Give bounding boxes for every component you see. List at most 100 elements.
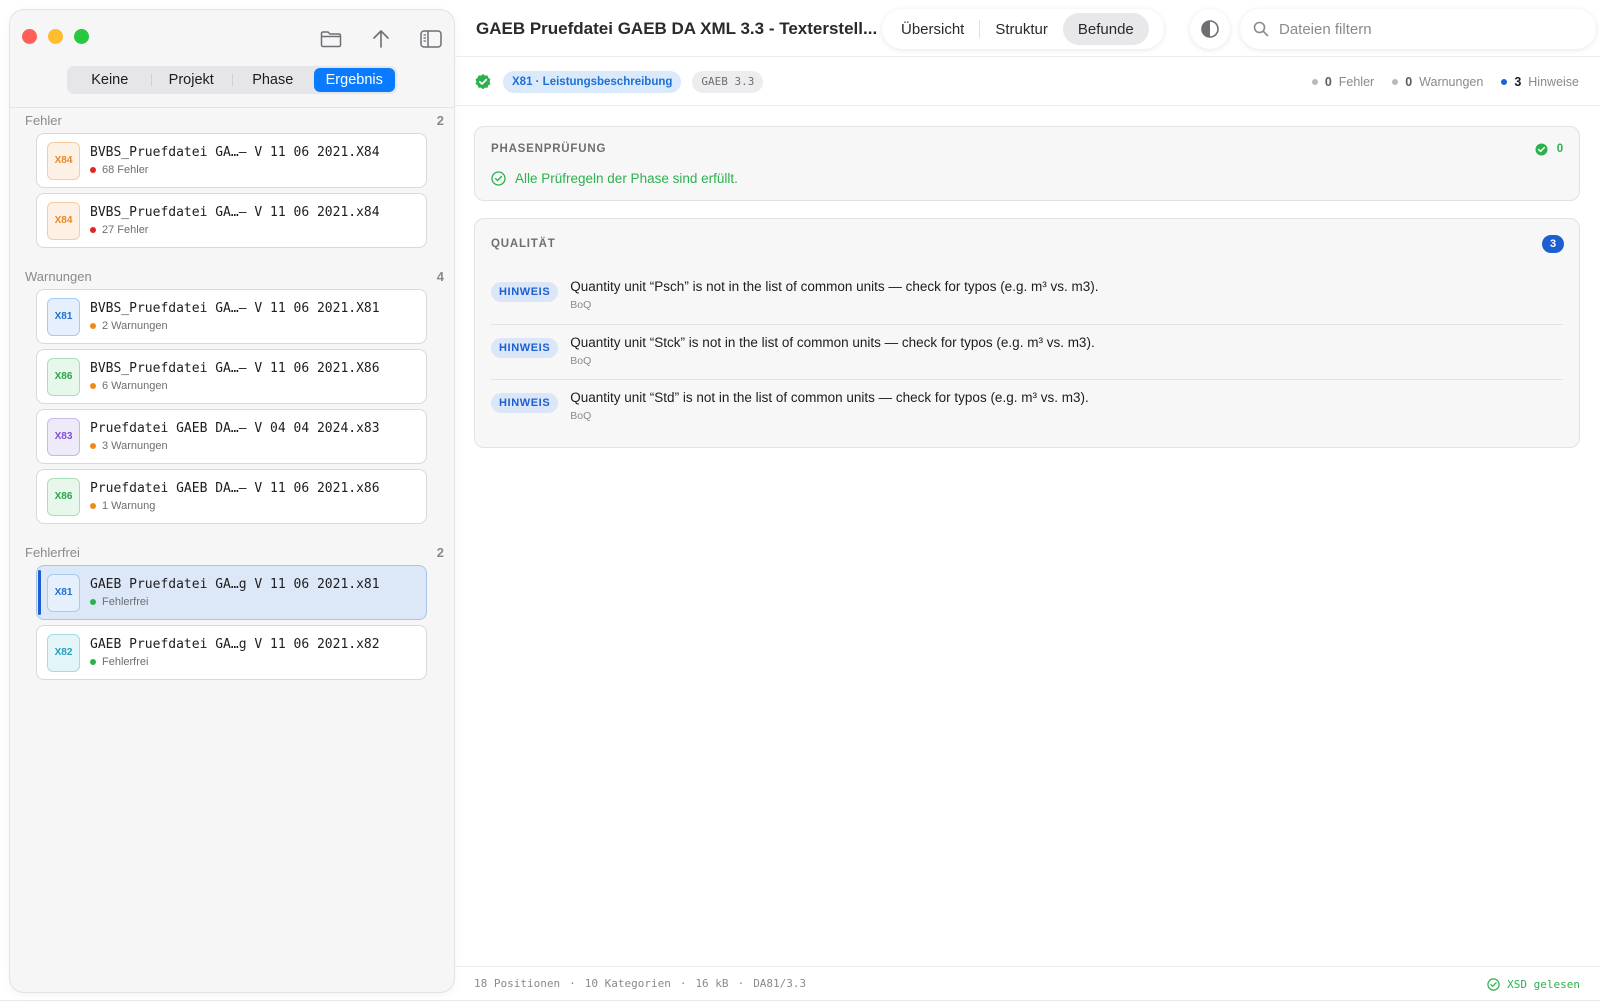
check-circle-icon bbox=[1487, 977, 1500, 991]
file-type-badge: X86 bbox=[47, 477, 80, 516]
segment-ergebnis[interactable]: Ergebnis bbox=[313, 68, 395, 92]
tab-struktur[interactable]: Struktur bbox=[980, 13, 1063, 45]
file-type-badge: X84 bbox=[47, 141, 80, 180]
file-status-label: Fehlerfrei bbox=[102, 596, 149, 608]
file-list: Fehler 2 X84 BVBS_Pruefdatei GA…– V 11 06 2… bbox=[10, 110, 454, 680]
finding-text: Quantity unit “Psch” is not in the list … bbox=[570, 279, 1098, 311]
tab-befunde[interactable]: Befunde bbox=[1062, 13, 1149, 45]
file-list-item[interactable]: X84 BVBS_Pruefdatei GA…– V 11 06 2021.x84… bbox=[36, 193, 427, 248]
finding-source: BoQ bbox=[570, 410, 592, 422]
footer-separator: · bbox=[569, 977, 576, 990]
appearance-toggle-button[interactable] bbox=[1190, 9, 1230, 49]
status-dot bbox=[90, 659, 96, 665]
file-status: 68 Fehler bbox=[90, 164, 380, 176]
error-dot bbox=[1311, 79, 1318, 85]
group-header: Fehlerfrei 2 bbox=[10, 542, 454, 562]
file-item-text: GAEB Pruefdatei GA…g V 11 06 2021.x82 Feh… bbox=[90, 637, 380, 668]
file-list-item[interactable]: X81 BVBS_Pruefdatei GA…– V 11 06 2021.X81… bbox=[36, 289, 427, 344]
window-controls bbox=[22, 29, 89, 44]
finding-row[interactable]: HINWEIS Quantity unit “Std” is not in the… bbox=[491, 379, 1563, 434]
file-status-label: 2 Warnungen bbox=[102, 320, 168, 332]
file-list-item[interactable]: X81 GAEB Pruefdatei GA…g V 11 06 2021.x81… bbox=[36, 565, 427, 620]
finding-message: Quantity unit “Std” is not in the list o… bbox=[570, 390, 1089, 405]
file-status: 3 Warnungen bbox=[90, 440, 380, 452]
phase-check-message: Alle Prüfregeln der Phase sind erfüllt. bbox=[515, 171, 738, 186]
file-status: 27 Fehler bbox=[90, 224, 380, 236]
quality-count-badge: 3 bbox=[1542, 235, 1564, 253]
group-count: 2 bbox=[436, 112, 444, 128]
warning-count: 0 Warnungen bbox=[1392, 75, 1483, 89]
group-title: Fehlerfrei bbox=[25, 544, 80, 560]
search-input[interactable] bbox=[1279, 20, 1559, 38]
file-list-item[interactable]: X84 BVBS_Pruefdatei GA…– V 11 06 2021.X84… bbox=[36, 133, 427, 188]
file-name: GAEB Pruefdatei GA…g V 11 06 2021.x82 bbox=[90, 637, 380, 652]
finding-row[interactable]: HINWEIS Quantity unit “Stck” is not in th… bbox=[491, 324, 1563, 379]
quality-title: QUALITÄT bbox=[491, 238, 556, 250]
hint-dot bbox=[1501, 79, 1508, 85]
file-type-badge: X83 bbox=[47, 417, 80, 456]
file-list-item[interactable]: X86 BVBS_Pruefdatei GA…– V 11 06 2021.X86… bbox=[36, 349, 427, 404]
file-name: Pruefdatei GAEB DA…– V 04 04 2024.x83 bbox=[90, 421, 380, 436]
file-item-text: BVBS_Pruefdatei GA…– V 11 06 2021.x84 27 … bbox=[90, 205, 380, 236]
segment-phase[interactable]: Phase bbox=[232, 68, 314, 92]
phase-check-count: 0 bbox=[1535, 143, 1564, 156]
footer-separator: · bbox=[737, 977, 745, 990]
finding-text: Quantity unit “Stck” is not in the list … bbox=[570, 335, 1094, 367]
status-dot bbox=[90, 599, 96, 605]
group-count: 4 bbox=[436, 268, 444, 284]
file-status: 6 Warnungen bbox=[90, 380, 380, 392]
error-count: 0 Fehler bbox=[1311, 75, 1374, 89]
file-list-item[interactable]: X82 GAEB Pruefdatei GA…g V 11 06 2021.x82… bbox=[36, 625, 427, 680]
footer-format: DA81/3.3 bbox=[753, 977, 807, 990]
xsd-status-label: XSD gelesen bbox=[1507, 977, 1580, 991]
footer-positions: 18 Positionen bbox=[474, 977, 561, 990]
finding-source: BoQ bbox=[570, 355, 592, 367]
status-dot bbox=[90, 443, 96, 449]
file-status: Fehlerfrei bbox=[90, 656, 380, 668]
title-bar: GAEB Pruefdatei GAEB DA XML 3.3 - Texter… bbox=[454, 0, 1600, 57]
file-name: BVBS_Pruefdatei GA…– V 11 06 2021.X81 bbox=[90, 301, 380, 316]
file-list-item[interactable]: X86 Pruefdatei GAEB DA…– V 11 06 2021.x86… bbox=[36, 469, 427, 524]
finding-row[interactable]: HINWEIS Quantity unit “Psch” is not in th… bbox=[491, 269, 1563, 324]
file-name: GAEB Pruefdatei GA…g V 11 06 2021.x81 bbox=[90, 577, 380, 592]
hint-count: 3 Hinweise bbox=[1501, 75, 1579, 89]
group-header: Fehler 2 bbox=[10, 110, 454, 130]
findings-list: HINWEIS Quantity unit “Psch” is not in th… bbox=[475, 269, 1579, 434]
error-count-value: 0 bbox=[1324, 75, 1332, 89]
group-header: Warnungen 4 bbox=[10, 266, 454, 286]
file-status: Fehlerfrei bbox=[90, 596, 380, 608]
group-items: X81 BVBS_Pruefdatei GA…– V 11 06 2021.X81… bbox=[10, 289, 454, 524]
status-dot bbox=[90, 167, 96, 173]
check-circle-icon bbox=[491, 171, 506, 186]
close-window-button[interactable] bbox=[22, 29, 37, 44]
toggle-sidebar-button[interactable] bbox=[416, 24, 446, 54]
arrow-up-icon bbox=[373, 30, 389, 48]
file-item-text: Pruefdatei GAEB DA…– V 04 04 2024.x83 3 W… bbox=[90, 421, 380, 452]
document-title: GAEB Pruefdatei GAEB DA XML 3.3 - Texter… bbox=[476, 19, 878, 38]
segment-projekt[interactable]: Projekt bbox=[150, 68, 233, 92]
group-items: X84 BVBS_Pruefdatei GA…– V 11 06 2021.X84… bbox=[10, 133, 454, 248]
file-status: 1 Warnung bbox=[90, 500, 380, 512]
tab-uebersicht[interactable]: Übersicht bbox=[886, 13, 979, 45]
check-circle-filled-icon bbox=[1535, 143, 1548, 155]
file-list-item[interactable]: X83 Pruefdatei GAEB DA…– V 04 04 2024.x83… bbox=[36, 409, 427, 464]
upload-button[interactable] bbox=[366, 24, 396, 54]
file-status-label: Fehlerfrei bbox=[102, 656, 149, 668]
hint-count-value: 3 bbox=[1514, 75, 1522, 89]
phase-check-count-value: 0 bbox=[1556, 143, 1564, 155]
hint-tag: HINWEIS bbox=[491, 282, 559, 302]
zoom-window-button[interactable] bbox=[74, 29, 89, 44]
group-count: 2 bbox=[436, 544, 444, 560]
phase-check-ok: Alle Prüfregeln der Phase sind erfüllt. bbox=[491, 171, 1579, 186]
segment-keine[interactable]: Keine bbox=[69, 68, 151, 92]
contrast-icon bbox=[1201, 20, 1219, 38]
status-dot bbox=[90, 383, 96, 389]
quality-header: QUALITÄT 3 bbox=[475, 219, 1579, 269]
group-title: Fehler bbox=[25, 112, 62, 128]
search-icon bbox=[1253, 21, 1269, 37]
minimize-window-button[interactable] bbox=[48, 29, 63, 44]
open-folder-button[interactable] bbox=[316, 24, 346, 54]
file-status-label: 27 Fehler bbox=[102, 224, 149, 236]
app-window: Keine Projekt Phase Ergebnis Fehler 2 X84 BVBS… bbox=[0, 0, 1600, 1000]
